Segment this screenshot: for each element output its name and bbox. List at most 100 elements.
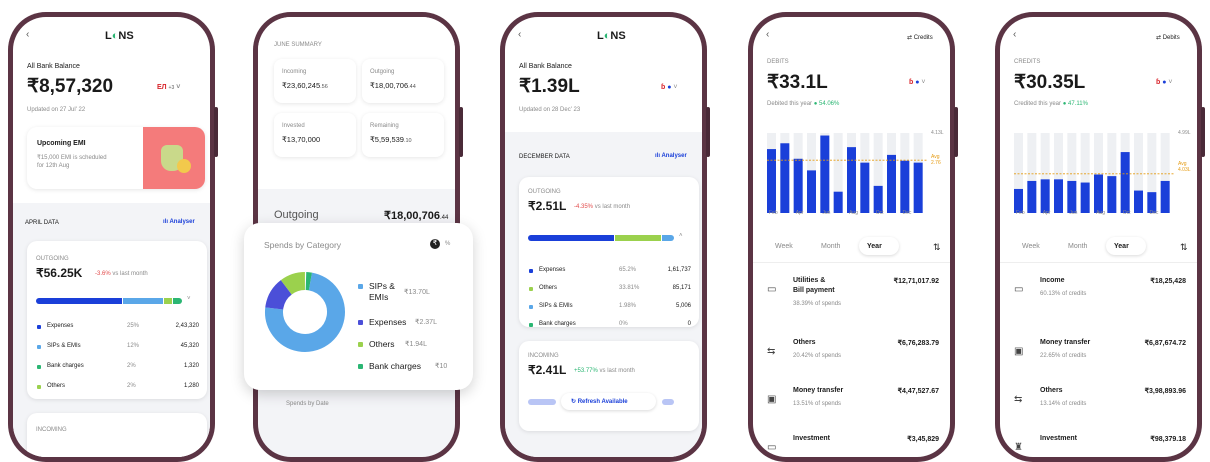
bar-month-2[interactable] xyxy=(1040,179,1050,213)
legend-dot xyxy=(358,342,363,347)
bar-month-1[interactable] xyxy=(1027,180,1037,213)
incoming-change: +53.77% vs last month xyxy=(574,368,635,374)
bar-month-7[interactable] xyxy=(1107,176,1117,213)
legend-name: Bank charges xyxy=(369,361,421,371)
incoming-value: ₹2.41L xyxy=(528,363,567,377)
summary-cell-label: Invested xyxy=(282,123,305,129)
row-name: Expenses xyxy=(47,323,74,329)
bank-logos-icon[interactable]: ЕЛ +3 ˅ xyxy=(157,84,180,91)
outgoing-total: ₹18,00,706.44 xyxy=(384,210,449,222)
sort-icon[interactable]: ⇅ xyxy=(1180,242,1188,253)
sort-icon[interactable]: ⇅ xyxy=(933,242,941,253)
category-name: Income xyxy=(1040,277,1065,284)
tab-year[interactable]: Year xyxy=(1114,243,1129,250)
bar-month-5[interactable] xyxy=(833,191,843,213)
refresh-available-button[interactable]: ↻ Refresh Available xyxy=(561,393,656,410)
bank-logos-icon[interactable]: ɓ ● ˅ xyxy=(1156,79,1173,86)
section-title: APRIL DATA xyxy=(25,220,59,226)
bar-month-11[interactable] xyxy=(913,162,923,213)
percent-toggle-icon[interactable]: % xyxy=(445,241,450,247)
month-label: Aug xyxy=(849,210,858,216)
row-dot xyxy=(37,385,41,389)
app-logo: L◐NS xyxy=(597,30,626,42)
row-amount: 2,43,320 xyxy=(175,323,199,329)
back-arrow-icon[interactable]: ‹ xyxy=(766,29,769,40)
tab-month[interactable]: Month xyxy=(821,243,840,250)
category-donut-chart xyxy=(265,272,345,352)
phone-1: ‹ L◐NS All Bank Balance ₹8,57,320 ЕЛ +3 … xyxy=(8,12,218,462)
credits-toggle[interactable]: ⇄ Credits xyxy=(907,34,933,41)
row-name: SIPs & EMIs xyxy=(47,343,81,349)
category-others-icon: ⇆ xyxy=(1014,394,1023,405)
back-arrow-icon[interactable]: ‹ xyxy=(26,29,29,40)
bar-month-9[interactable] xyxy=(887,154,896,213)
summary-cell-amount: ₹5,59,539 xyxy=(370,135,404,144)
bar-month-4[interactable] xyxy=(1067,180,1077,213)
phone-side-button xyxy=(954,107,958,157)
row-dot xyxy=(37,365,41,369)
row-name: SIPs & EMIs xyxy=(539,303,573,309)
emi-card[interactable]: Upcoming EMI ₹15,000 EMI is scheduled fo… xyxy=(27,127,205,189)
row-dot xyxy=(529,269,533,273)
month-label: Oct xyxy=(875,210,884,216)
legend-dot xyxy=(358,284,363,289)
tab-month[interactable]: Month xyxy=(1068,243,1087,250)
category-name: Money transfer xyxy=(1040,339,1091,346)
summary-cell-label: Outgoing xyxy=(370,69,395,75)
month-label: Oct xyxy=(1122,210,1131,216)
bar-month-3[interactable] xyxy=(1054,179,1063,213)
bar-month-0[interactable] xyxy=(767,149,776,213)
month-label: Aug xyxy=(1096,210,1105,216)
chevron-up-icon[interactable]: ˄ xyxy=(679,233,683,239)
bar-month-7[interactable] xyxy=(860,162,870,213)
month-label: Apr xyxy=(795,210,804,216)
bar-month-6[interactable] xyxy=(847,147,856,213)
emi-text-1: ₹15,000 EMI is scheduled xyxy=(37,155,107,161)
row-percent: 12% xyxy=(127,343,140,349)
chevron-down-icon[interactable]: ˅ xyxy=(187,296,191,302)
bar-month-11[interactable] xyxy=(1160,180,1170,213)
analyser-link[interactable]: ılı Analyser xyxy=(163,219,195,225)
bank-logos-icon[interactable]: ɓ ● ˅ xyxy=(909,79,926,86)
incoming-label: INCOMING xyxy=(36,427,67,433)
debits-toggle[interactable]: ⇄ Debits xyxy=(1156,34,1180,41)
category-percent: 22.65% of credits xyxy=(1040,353,1087,359)
credits-bar-chart xyxy=(1014,133,1174,213)
divider xyxy=(753,262,950,263)
tab-week[interactable]: Week xyxy=(1022,243,1040,250)
back-arrow-icon[interactable]: ‹ xyxy=(1013,29,1016,40)
y-max-label: 4.99L xyxy=(1178,130,1191,136)
debits-label: DEBITS xyxy=(767,59,789,65)
summary-cell-decimal: .56 xyxy=(320,84,328,90)
credits-label: CREDITS xyxy=(1014,59,1041,65)
bar-month-1[interactable] xyxy=(780,143,790,213)
bar-month-5[interactable] xyxy=(1080,182,1090,213)
bar-month-8[interactable] xyxy=(873,185,883,213)
month-label: Feb xyxy=(1016,210,1025,216)
outgoing-value: ₹2.51L xyxy=(528,199,567,213)
bar-month-9[interactable] xyxy=(1134,190,1143,213)
tab-year[interactable]: Year xyxy=(867,243,882,250)
bank-logos-icon[interactable]: ɓ ● ˅ xyxy=(661,84,678,91)
phone-side-button xyxy=(706,107,710,157)
credits-value: ₹30.35L xyxy=(1014,72,1086,93)
balance-value: ₹1.39L xyxy=(519,76,580,97)
bar-month-2[interactable] xyxy=(793,158,803,213)
bar-month-6[interactable] xyxy=(1094,174,1103,213)
tab-week[interactable]: Week xyxy=(775,243,793,250)
bar-month-8[interactable] xyxy=(1120,152,1130,213)
outgoing-bar xyxy=(528,235,674,241)
analyser-link[interactable]: ılı Analyser xyxy=(655,153,687,159)
row-dot xyxy=(529,323,533,327)
summary-cell-value: ₹13,70,000 xyxy=(282,135,320,144)
spends-by-category-popup[interactable]: Spends by Category ₹ % SIPs & EMIs ₹13.70L… xyxy=(244,223,473,390)
row-dot xyxy=(529,305,533,309)
bar-month-10[interactable] xyxy=(900,160,910,213)
bar-month-3[interactable] xyxy=(807,170,816,213)
bar-month-4[interactable] xyxy=(820,135,830,213)
row-percent: 2% xyxy=(127,383,136,389)
back-arrow-icon[interactable]: ‹ xyxy=(518,29,521,40)
row-amount: 1,280 xyxy=(183,383,199,389)
category-name: Investment xyxy=(1040,435,1077,442)
rupee-toggle-icon[interactable]: ₹ xyxy=(430,239,440,249)
